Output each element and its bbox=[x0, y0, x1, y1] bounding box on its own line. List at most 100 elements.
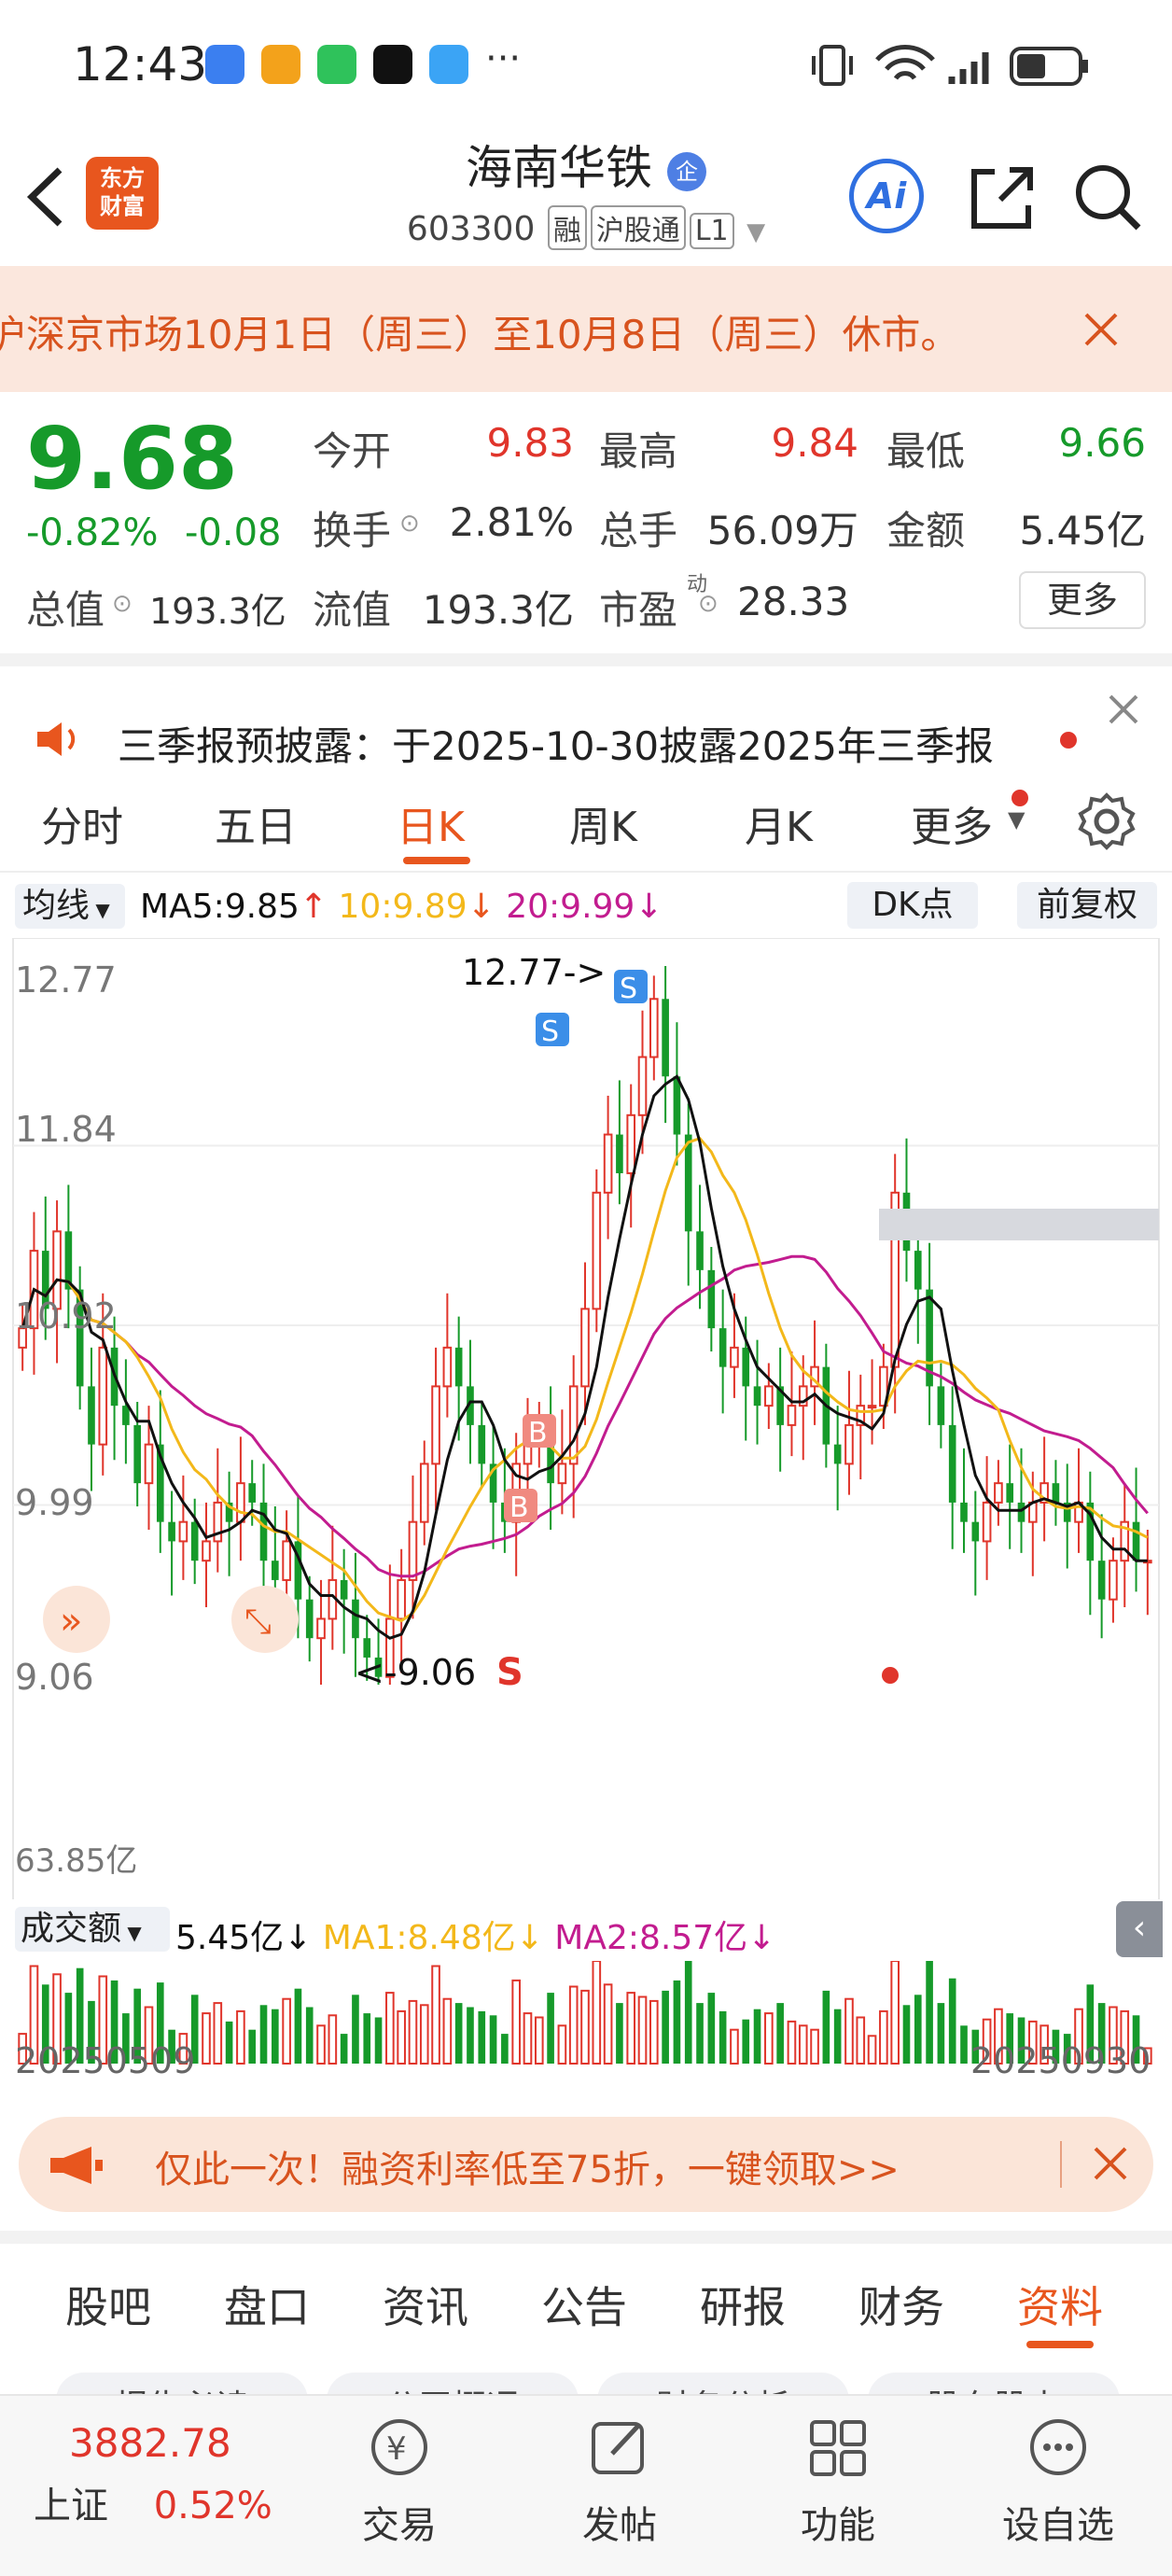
volume-legend: 5.45亿↓ MA1:8.48亿↓ MA2:8.57亿↓ bbox=[175, 1919, 776, 1957]
volume-bar bbox=[764, 2012, 774, 2065]
volume-bar bbox=[662, 1990, 669, 2064]
candle-body bbox=[616, 1134, 623, 1174]
more-quote-button[interactable]: 更多 bbox=[1019, 571, 1146, 629]
close-icon[interactable] bbox=[1082, 311, 1120, 348]
volume-bar bbox=[248, 2029, 257, 2064]
price-adjust-button[interactable]: 前复权 bbox=[1017, 882, 1157, 929]
financing-promo-banner[interactable]: 仅此一次！融资利率低至75折，一键领取>> bbox=[19, 2117, 1153, 2212]
post-button[interactable]: 发帖 bbox=[554, 2415, 685, 2549]
ai-assistant-button[interactable]: Ai bbox=[849, 159, 924, 233]
svg-text:B: B bbox=[509, 1491, 529, 1524]
volume-max-label: 63.85亿 bbox=[15, 1842, 138, 1880]
candle-body bbox=[168, 1521, 175, 1542]
tab-news[interactable]: 资讯 bbox=[383, 2274, 468, 2335]
enterprise-badge: 企 bbox=[666, 151, 706, 191]
volume-bar bbox=[867, 2035, 877, 2065]
tab-intraday[interactable]: 分时 bbox=[41, 793, 123, 853]
sub-tabs: 报告必读 公司概况 财务分析 股东股本 bbox=[0, 2361, 1172, 2399]
tab-monthly-k[interactable]: 月K bbox=[745, 793, 813, 853]
tab-daily-k[interactable]: 日K bbox=[397, 793, 465, 853]
volume-bar bbox=[798, 2024, 808, 2065]
candle-body bbox=[637, 1056, 648, 1116]
volume-bar bbox=[534, 2016, 544, 2065]
volume-bar bbox=[478, 2010, 486, 2064]
candle-body bbox=[833, 1444, 842, 1464]
volume-bar bbox=[592, 1961, 602, 2065]
ma5-value: MA5:9.85 bbox=[140, 888, 300, 926]
candle-body bbox=[662, 999, 669, 1077]
candle-body bbox=[730, 1346, 739, 1368]
volume-bar bbox=[673, 1980, 681, 2064]
candle-body bbox=[649, 998, 659, 1058]
info-icon[interactable]: ⊙ bbox=[399, 510, 420, 538]
info-icon[interactable]: ⊙ bbox=[112, 590, 133, 618]
volume-bar bbox=[902, 2005, 911, 2064]
tab-weekly-k[interactable]: 周K bbox=[569, 793, 637, 853]
open-value: 9.83 bbox=[486, 420, 574, 466]
amount-label: 金额 bbox=[886, 508, 966, 553]
search-icon[interactable] bbox=[1073, 162, 1144, 233]
announcement-bar[interactable]: 三季报预披露：于2025-10-30披露2025年三季报 bbox=[0, 653, 1172, 769]
system-status-icons bbox=[812, 45, 1088, 86]
svg-text:¥: ¥ bbox=[386, 2430, 407, 2468]
candle-body bbox=[568, 1385, 579, 1465]
functions-button[interactable]: 功能 bbox=[773, 2415, 903, 2549]
volume-indicator-select[interactable]: 成交额 ▼ bbox=[15, 1907, 170, 1952]
tab-research[interactable]: 研报 bbox=[700, 2274, 786, 2335]
tiktok-icon bbox=[373, 45, 412, 84]
candle-body bbox=[1097, 1561, 1106, 1600]
kline-chart[interactable]: 12.77 11.84 10.92 9.99 9.06 12.77-> <-9.… bbox=[0, 938, 1172, 1955]
candle-body bbox=[144, 1443, 154, 1485]
dk-points-button[interactable]: DK点 bbox=[847, 882, 978, 929]
volume-bar bbox=[328, 2014, 338, 2065]
close-icon[interactable] bbox=[1092, 2145, 1129, 2182]
index-ticker[interactable]: 3882.78 上证 0.52% bbox=[34, 2420, 314, 2529]
double-arrow-icon: » bbox=[60, 1600, 82, 1643]
ma10-value: 10:9.89 bbox=[338, 888, 467, 926]
kline-chart-panel: 均线 ▼ MA5:9.85↑ 10:9.89↓ 20:9.99↓ DK点 前复权… bbox=[0, 873, 1172, 2067]
volume-bar bbox=[511, 1979, 521, 2065]
ma-select[interactable]: 均线 ▼ bbox=[15, 884, 125, 929]
index-change: 0.52% bbox=[153, 2485, 272, 2527]
volume-bar bbox=[202, 2012, 211, 2065]
candle-body bbox=[282, 1540, 291, 1581]
info-icon[interactable]: ⊙ bbox=[698, 590, 719, 618]
tab-more[interactable]: 更多 bbox=[911, 793, 993, 853]
tab-guba[interactable]: 股吧 bbox=[65, 2274, 151, 2335]
candle-body bbox=[948, 1424, 956, 1503]
turnover-label: 换手 bbox=[313, 508, 392, 553]
tab-five-day[interactable]: 五日 bbox=[215, 793, 297, 853]
volume-bar bbox=[442, 1997, 453, 2065]
candle-body bbox=[454, 1347, 463, 1387]
status-bar: 12:43 ··· bbox=[0, 0, 1172, 131]
volume-bar bbox=[225, 2021, 233, 2064]
candle-body bbox=[259, 1502, 268, 1561]
tab-profile[interactable]: 资料 bbox=[1017, 2274, 1103, 2335]
add-watchlist-button[interactable]: 设自选 bbox=[993, 2415, 1123, 2549]
share-icon[interactable] bbox=[967, 162, 1038, 233]
candle-body bbox=[1006, 1483, 1014, 1503]
collapse-panel-button[interactable]: ‹ bbox=[1116, 1901, 1163, 1957]
volume-bar bbox=[810, 2028, 819, 2065]
quote-panel: 9.68 -0.82% -0.08 总值 ⊙ 193.3亿 今开 9.83 最高… bbox=[0, 392, 1172, 653]
volume-bar bbox=[352, 1995, 359, 2064]
volume-bar bbox=[730, 2028, 739, 2065]
open-label: 今开 bbox=[313, 428, 392, 474]
volume-bar bbox=[431, 1965, 440, 2065]
trade-button[interactable]: ¥ 交易 bbox=[334, 2415, 465, 2549]
candle-body bbox=[982, 1501, 992, 1543]
settings-gear-icon[interactable] bbox=[1077, 791, 1137, 851]
tab-announcements[interactable]: 公告 bbox=[541, 2274, 627, 2335]
volume-bar bbox=[489, 2015, 497, 2064]
period-tabs: 分时 五日 日K 周K 月K 更多 ▼ bbox=[0, 765, 1172, 873]
y-tick: 9.06 bbox=[15, 1657, 94, 1698]
volume-bar bbox=[649, 1999, 659, 2065]
pe-label: 市盈 bbox=[599, 587, 678, 633]
volume-bar bbox=[696, 2003, 704, 2064]
volume-bar bbox=[568, 1985, 579, 2065]
tab-finance[interactable]: 财务 bbox=[858, 2274, 944, 2335]
close-icon[interactable] bbox=[1107, 693, 1140, 726]
float-cap-value: 193.3亿 bbox=[422, 587, 574, 633]
tab-order-book[interactable]: 盘口 bbox=[224, 2274, 310, 2335]
volume-bar bbox=[937, 2003, 945, 2064]
